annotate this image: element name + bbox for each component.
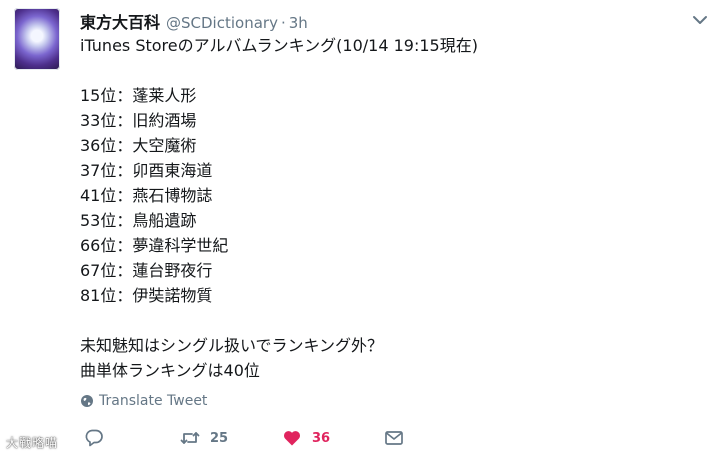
tweet-line: 36位：大空魔術: [80, 136, 197, 155]
retweet-icon: [180, 432, 200, 444]
handle[interactable]: @SCDictionary: [166, 14, 278, 32]
like-button[interactable]: 36: [282, 428, 330, 448]
tweet-line: 37位：卯酉東海道: [80, 161, 213, 180]
timestamp[interactable]: 3h: [289, 14, 308, 32]
tweet-text: iTunes Storeのアルバムランキング(10/14 19:15現在) 15…: [80, 33, 700, 383]
tweet-line: 81位：伊奘諾物質: [80, 286, 213, 305]
tweet-line: 15位：蓬莱人形: [80, 86, 197, 105]
avatar[interactable]: [14, 8, 60, 70]
globe-icon: [81, 395, 93, 407]
envelope-icon: [385, 431, 403, 445]
retweet-count: 25: [210, 430, 229, 446]
heart-icon: [283, 431, 301, 446]
tweet-line: 未知魅知はシングル扱いでランキング外？: [80, 336, 384, 355]
tweet-actions: 25 36: [80, 428, 420, 454]
reply-button[interactable]: [84, 428, 104, 448]
tweet-line: 33位：旧約酒場: [80, 111, 197, 130]
tweet-header: 東方大百科 @SCDictionary · 3h: [80, 9, 308, 33]
tweet-line: iTunes Storeのアルバムランキング(10/14 19:15現在): [80, 36, 478, 55]
separator-dot: ·: [280, 14, 286, 32]
reply-icon: [85, 429, 103, 447]
translate-tweet-link[interactable]: Translate Tweet: [80, 393, 207, 409]
tweet-line: 曲単体ランキングは40位: [80, 361, 260, 380]
tweet-line: 53位：鳥船遺跡: [80, 211, 197, 230]
retweet-button[interactable]: 25: [180, 428, 228, 448]
translate-label: Translate Tweet: [99, 393, 208, 409]
display-name[interactable]: 東方大百科: [80, 9, 160, 33]
chevron-down-icon[interactable]: [690, 10, 710, 30]
tweet-line: 67位：蓮台野夜行: [80, 261, 213, 280]
tweet-line: 41位：燕石博物誌: [80, 186, 213, 205]
like-count: 36: [312, 430, 331, 446]
tweet-line: 66位：夢違科学世紀: [80, 236, 229, 255]
watermark: 大戰略喵: [6, 436, 59, 450]
direct-message-button[interactable]: [384, 428, 404, 448]
